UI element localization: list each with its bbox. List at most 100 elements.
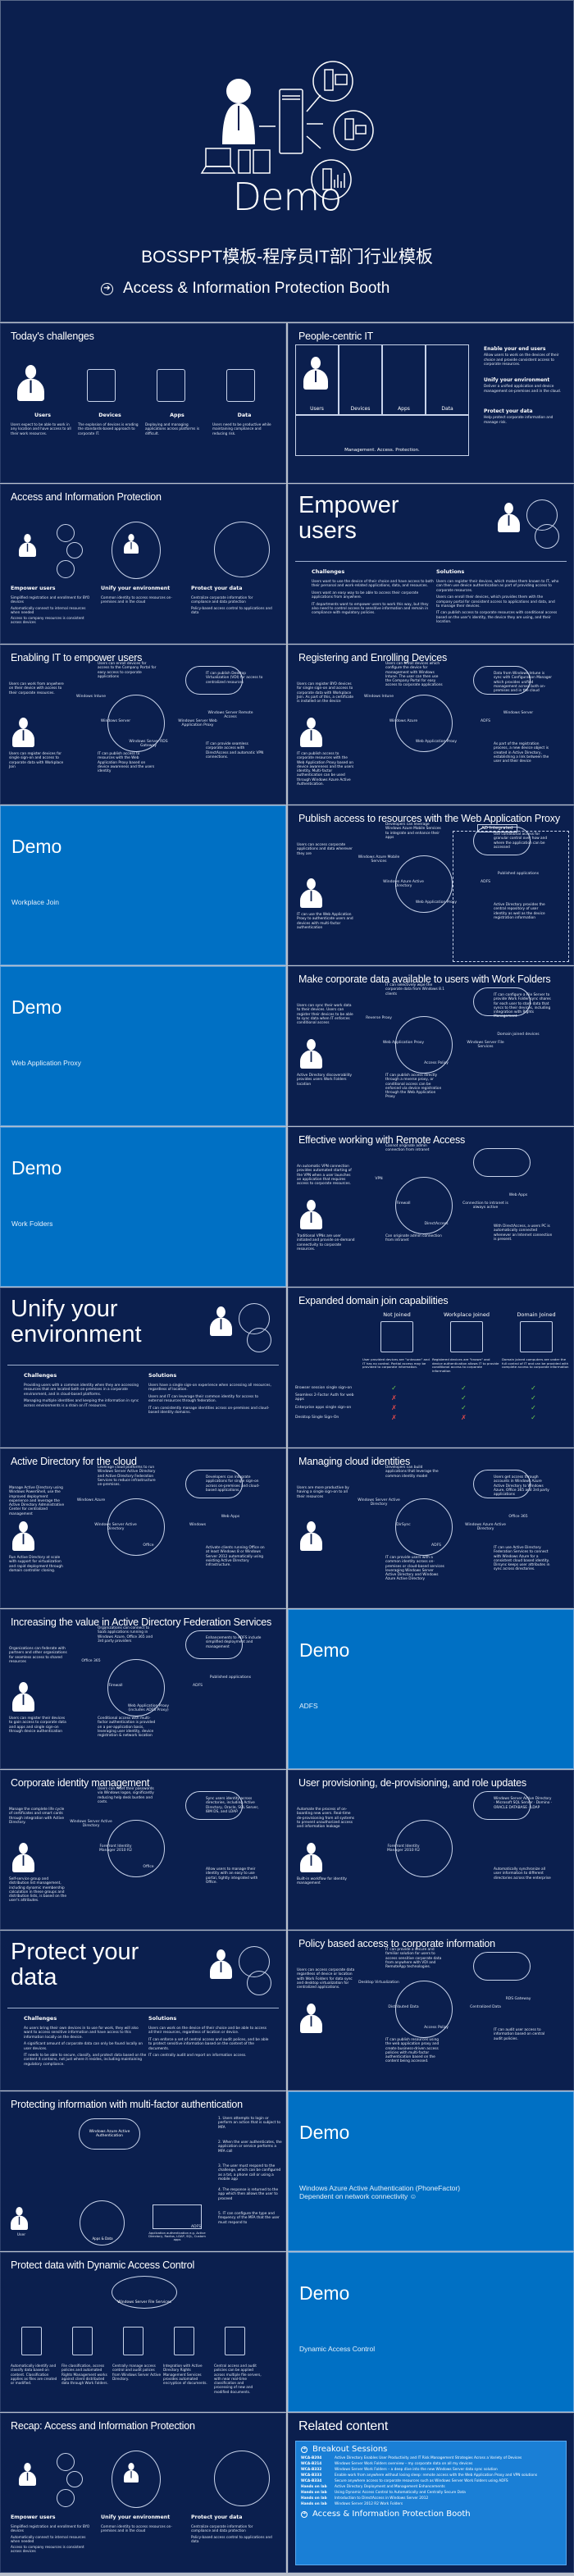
callout-note: Run Active Directory at scale with suppo… xyxy=(9,1556,63,1573)
column-text: Simplified registration and enrollment f… xyxy=(11,2524,90,2533)
session-row[interactable]: Hands on lab Introduction to DirectAccess… xyxy=(301,2496,561,2501)
column-heading: Challenges xyxy=(312,568,345,575)
data-icon xyxy=(226,369,255,402)
column-text: Users want an easy way to be able to acc… xyxy=(312,590,419,600)
column-text: IT can publish access to corporate resou… xyxy=(436,611,558,625)
demo-subtitle: Web Application Proxy xyxy=(11,1059,81,1067)
demo-subtitle: Workplace Join xyxy=(11,898,59,906)
slide-notes: Publish access to resources with the Web… xyxy=(288,805,574,965)
person-icon xyxy=(210,1306,232,1336)
column-text: Access to company resources is consisten… xyxy=(11,2545,84,2554)
divider xyxy=(7,1365,279,1366)
column-challenges: Challenges As users bring their own devic… xyxy=(24,2015,147,2069)
diagram-label: ADFS xyxy=(193,1684,203,1688)
side-note: Unify your environment Deliver a unified … xyxy=(484,377,566,394)
callout-note: Allow users to manage their identity wit… xyxy=(206,1867,258,1885)
box-apps: Apps xyxy=(382,344,426,415)
diagram-label: Published applications xyxy=(209,1676,252,1680)
device-icon xyxy=(450,1321,483,1352)
callout-note: IT can publish resources using the web a… xyxy=(385,2038,440,2064)
capabilities-table: Browser session single sign-on ✓ ✓ ✓ Seamles… xyxy=(294,1383,568,1422)
column-header: Not Joined xyxy=(383,1311,411,1318)
column-text: Deploying and managing applications acro… xyxy=(145,422,200,435)
diagram-label: Desktop Virtualization xyxy=(358,1981,399,1985)
diagram-label: Windows Server Active Directory xyxy=(70,1820,112,1828)
side-note: Enable your end users Allow users to work… xyxy=(484,346,566,367)
tie-icon xyxy=(508,515,510,526)
session-row[interactable]: Hands on lab Using Dynamic Access Control… xyxy=(301,2491,561,2495)
session-code: Hands on lab xyxy=(301,2496,327,2501)
person-icon xyxy=(300,718,322,747)
row-label: Desktop Single Sign-On xyxy=(295,1415,339,1420)
resource-circle xyxy=(247,1971,271,1995)
session-row[interactable]: WCA-B332 Windows Server Work Folders – a … xyxy=(301,2468,561,2472)
diagram-label: VPN xyxy=(375,1177,383,1181)
title-slide: Demo BOSSPPT模板-程序员IT部门行业模板 ➔ Access & In… xyxy=(0,0,574,322)
session-title: Active Directory Enables User Productivi… xyxy=(335,2456,522,2460)
column-header: Domain Joined xyxy=(517,1311,556,1318)
booth-link[interactable]: ➔ Access & Information Protection Booth xyxy=(301,2510,561,2519)
diagram-label: DirSync xyxy=(396,1523,411,1527)
slide-title: Protecting information with multi-factor… xyxy=(11,2099,243,2110)
session-row[interactable]: WCA-B214 Windows Server Work Folders over… xyxy=(301,2462,561,2466)
session-row[interactable]: Hands on lab Active Directory Deployment … xyxy=(301,2485,561,2489)
slide-title: Protect data with Dynamic Access Control xyxy=(11,2259,195,2271)
check-icon: ✓ xyxy=(391,1384,397,1392)
session-code: Hands on lab xyxy=(301,2501,327,2506)
slide-notes: Policy based access to corporate informa… xyxy=(288,1931,574,2090)
booth-link[interactable]: ➔ Access & Information Protection Booth xyxy=(101,280,390,298)
column-text: Users need to be productive while mainta… xyxy=(212,422,271,435)
column-text: As users bring their own devices in to u… xyxy=(24,2027,139,2040)
person-icon xyxy=(303,357,328,390)
column: File classification, access policies and… xyxy=(61,2364,111,2387)
slide-cols3: Recap: Access and Information Protection… xyxy=(0,2413,286,2573)
column-text: Users can work on the device of their ch… xyxy=(148,2027,266,2036)
tie-icon xyxy=(22,1694,25,1705)
diagram-label: Windows Server File Services xyxy=(467,1041,504,1049)
diagram-label: Windows Server Active Directory xyxy=(358,1498,400,1507)
session-row[interactable]: WCA-B334 Secure anywhere access to corpor… xyxy=(301,2479,561,2483)
demo-title: Demo xyxy=(11,836,62,857)
column-text: A significant amount of corporate data c… xyxy=(24,2042,143,2051)
diagram-label: Windows Server xyxy=(503,711,534,715)
diagram-label: Windows Server Active Directory xyxy=(94,1523,137,1531)
column-text: Providing users with a common identity w… xyxy=(24,1384,139,1397)
diagram-label: Windows Azure xyxy=(76,1498,106,1502)
session-row[interactable]: WCA-B333 Enable work from anywhere withou… xyxy=(301,2473,561,2478)
callout-note: Automate the process of on-boarding new … xyxy=(297,1808,355,1830)
diagram-label: ADFS xyxy=(481,719,490,723)
person-icon xyxy=(19,2463,36,2486)
mfa-step: 3. The user must respond to the challeng… xyxy=(218,2164,281,2182)
person-icon xyxy=(124,2463,139,2483)
diagram-label: Windows Azure Mobile Services xyxy=(358,855,400,864)
person-icon xyxy=(12,1521,34,1551)
session-code: Hands on lab xyxy=(301,2490,327,2495)
resource-icon xyxy=(123,2327,144,2355)
person-icon xyxy=(300,878,322,908)
cloud-icon xyxy=(473,1952,531,1981)
resource-icon xyxy=(225,2327,245,2355)
column-text: Automatically identify and classify data… xyxy=(11,2364,57,2386)
column: Unify your environment Common identity to… xyxy=(101,586,183,606)
slide-notes: Managing cloud identities Windows Server … xyxy=(288,1448,574,1608)
column-text: IT departments want to empower users to … xyxy=(312,602,429,616)
tie-icon xyxy=(310,1212,312,1223)
column-heading: Unify your environment xyxy=(101,586,171,591)
column-heading: Solutions xyxy=(436,568,465,575)
person-icon xyxy=(124,534,139,554)
callout-note: Traditional VPNs are user initiated and … xyxy=(297,1234,355,1252)
demo-title: Demo xyxy=(11,1157,62,1179)
column-heading: Users xyxy=(34,413,51,418)
column-solutions: Solutions Users can work on the device of… xyxy=(148,2015,271,2060)
callout-note: Users can reset their passwords via Wind… xyxy=(98,1787,154,1804)
column-text: Automatically connect to internal resour… xyxy=(11,2534,86,2543)
ad-integrated-region xyxy=(453,831,569,962)
callout-note: With DirectAccess, a users PC is automat… xyxy=(494,1224,553,1242)
session-code: WCA-B204 xyxy=(301,2456,322,2460)
slide-cols: Today's challenges Users Users expect to b… xyxy=(0,323,286,483)
slide-notes: Make corporate data available to users w… xyxy=(288,966,574,1126)
session-row[interactable]: Hands on lab Windows Server 2012 R2 Work … xyxy=(301,2502,561,2506)
session-row[interactable]: WCA-B204 Active Directory Enables User Pr… xyxy=(301,2456,561,2460)
slide-title: Access and Information Protection xyxy=(11,491,162,503)
diagram-label: Windows Azure xyxy=(389,719,418,723)
